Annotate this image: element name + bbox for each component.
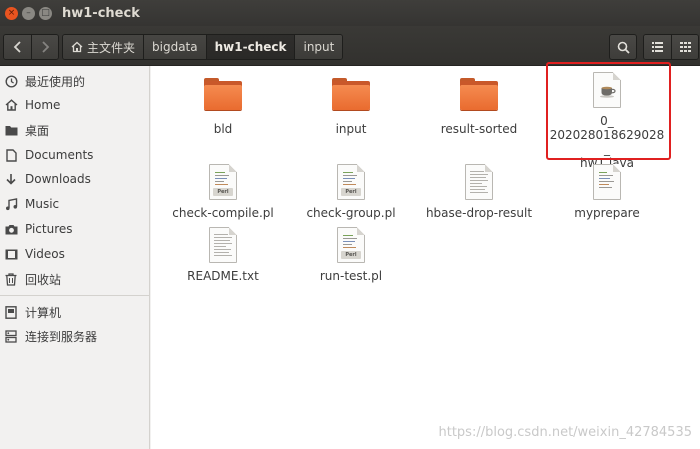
text-file-icon — [465, 164, 493, 200]
sidebar-divider — [0, 295, 149, 296]
back-button[interactable] — [4, 35, 31, 59]
clock-icon — [3, 74, 19, 88]
sidebar-item-label: Home — [25, 98, 61, 112]
breadcrumb-input[interactable]: input — [294, 35, 343, 59]
music-icon — [3, 197, 19, 211]
list-view-icon — [652, 42, 663, 52]
sidebar-item-pictures[interactable]: Pictures — [0, 218, 149, 240]
watermark: https://blog.csdn.net/weixin_42784535 — [438, 425, 692, 440]
view-toggle — [643, 34, 699, 60]
file-name: check-compile.pl — [172, 206, 274, 220]
trash-icon — [3, 272, 19, 286]
breadcrumb-home[interactable]: 主文件夹 — [63, 35, 144, 59]
desktop-icon — [3, 125, 19, 136]
script-file-icon — [593, 164, 621, 200]
toolbar: 主文件夹 bigdata hw1-check input — [0, 26, 700, 66]
file-item[interactable]: result-sorted — [419, 78, 539, 136]
sidebar-item-recent[interactable]: 最近使用的 — [0, 70, 149, 92]
camera-icon — [3, 224, 19, 235]
sidebar-item-desktop[interactable]: 桌面 — [0, 119, 149, 141]
grid-view-button[interactable] — [671, 35, 698, 59]
file-name: myprepare — [574, 206, 640, 220]
title-bar: × – □ hw1-check — [0, 0, 700, 26]
sidebar-item-music[interactable]: Music — [0, 193, 149, 215]
forward-button[interactable] — [31, 35, 58, 59]
folder-icon — [204, 78, 242, 110]
server-icon — [3, 329, 19, 343]
file-name: input — [335, 122, 367, 136]
file-name: bld — [213, 122, 233, 136]
video-icon — [3, 249, 19, 260]
home-icon — [3, 99, 19, 111]
sidebar-item-label: Pictures — [25, 222, 73, 236]
file-name: check-group.pl — [306, 206, 396, 220]
sidebar-item-trash[interactable]: 回收站 — [0, 268, 149, 290]
maximize-window-button[interactable]: □ — [39, 6, 52, 20]
sidebar: 最近使用的 Home 桌面 Documents Downloads Music … — [0, 66, 150, 449]
file-item[interactable]: hbase-drop-result — [419, 164, 539, 220]
breadcrumb-bigdata[interactable]: bigdata — [143, 35, 206, 59]
search-icon — [617, 41, 630, 54]
sidebar-item-label: Downloads — [25, 172, 91, 186]
search-button[interactable] — [609, 34, 637, 60]
folder-icon — [332, 78, 370, 110]
highlight-box — [546, 62, 671, 160]
chevron-right-icon — [42, 41, 50, 53]
minimize-window-button[interactable]: – — [22, 6, 35, 20]
file-item[interactable]: Perl check-compile.pl — [163, 164, 283, 220]
file-name: hbase-drop-result — [425, 206, 533, 220]
sidebar-item-videos[interactable]: Videos — [0, 243, 149, 265]
chevron-left-icon — [13, 41, 21, 53]
perl-file-icon: Perl — [337, 227, 365, 263]
navigation-buttons — [3, 34, 59, 60]
perl-file-icon: Perl — [337, 164, 365, 200]
sidebar-item-label: 连接到服务器 — [25, 329, 98, 344]
home-icon — [71, 41, 83, 53]
sidebar-item-label: 回收站 — [25, 272, 62, 287]
computer-icon — [3, 305, 19, 319]
breadcrumb: 主文件夹 bigdata hw1-check input — [62, 34, 344, 60]
sidebar-item-label: Music — [25, 197, 60, 211]
file-item[interactable]: input — [291, 78, 411, 136]
file-item[interactable]: myprepare — [547, 164, 667, 220]
close-window-button[interactable]: × — [5, 6, 18, 20]
folder-icon — [460, 78, 498, 110]
breadcrumb-label: bigdata — [152, 40, 198, 54]
sidebar-item-computer[interactable]: 计算机 — [0, 301, 149, 323]
list-view-button[interactable] — [644, 35, 671, 59]
sidebar-item-label: Videos — [25, 247, 65, 261]
file-name: README.txt — [187, 269, 259, 283]
file-item[interactable]: Perl check-group.pl — [291, 164, 411, 220]
sidebar-item-documents[interactable]: Documents — [0, 144, 149, 166]
breadcrumb-label: 主文件夹 — [87, 40, 136, 55]
file-item[interactable]: bld — [163, 78, 283, 136]
window-title: hw1-check — [62, 5, 140, 21]
perl-file-icon: Perl — [209, 164, 237, 200]
sidebar-item-connect-server[interactable]: 连接到服务器 — [0, 325, 149, 347]
file-name: run-test.pl — [319, 269, 383, 283]
sidebar-item-label: 桌面 — [25, 123, 50, 138]
sidebar-item-home[interactable]: Home — [0, 94, 149, 116]
sidebar-item-downloads[interactable]: Downloads — [0, 168, 149, 190]
text-file-icon — [209, 227, 237, 263]
breadcrumb-label: input — [303, 40, 335, 54]
sidebar-item-label: Documents — [25, 148, 94, 162]
download-icon — [3, 173, 19, 186]
document-icon — [3, 148, 19, 162]
file-item[interactable]: Perl run-test.pl — [291, 227, 411, 283]
file-item[interactable]: README.txt — [163, 227, 283, 283]
sidebar-item-label: 最近使用的 — [25, 74, 86, 89]
breadcrumb-hw1-check[interactable]: hw1-check — [205, 35, 295, 59]
grid-view-icon — [679, 42, 691, 52]
file-name: result-sorted — [440, 122, 518, 136]
window-controls: × – □ — [5, 6, 52, 20]
breadcrumb-label: hw1-check — [214, 40, 287, 54]
sidebar-item-label: 计算机 — [25, 305, 62, 320]
